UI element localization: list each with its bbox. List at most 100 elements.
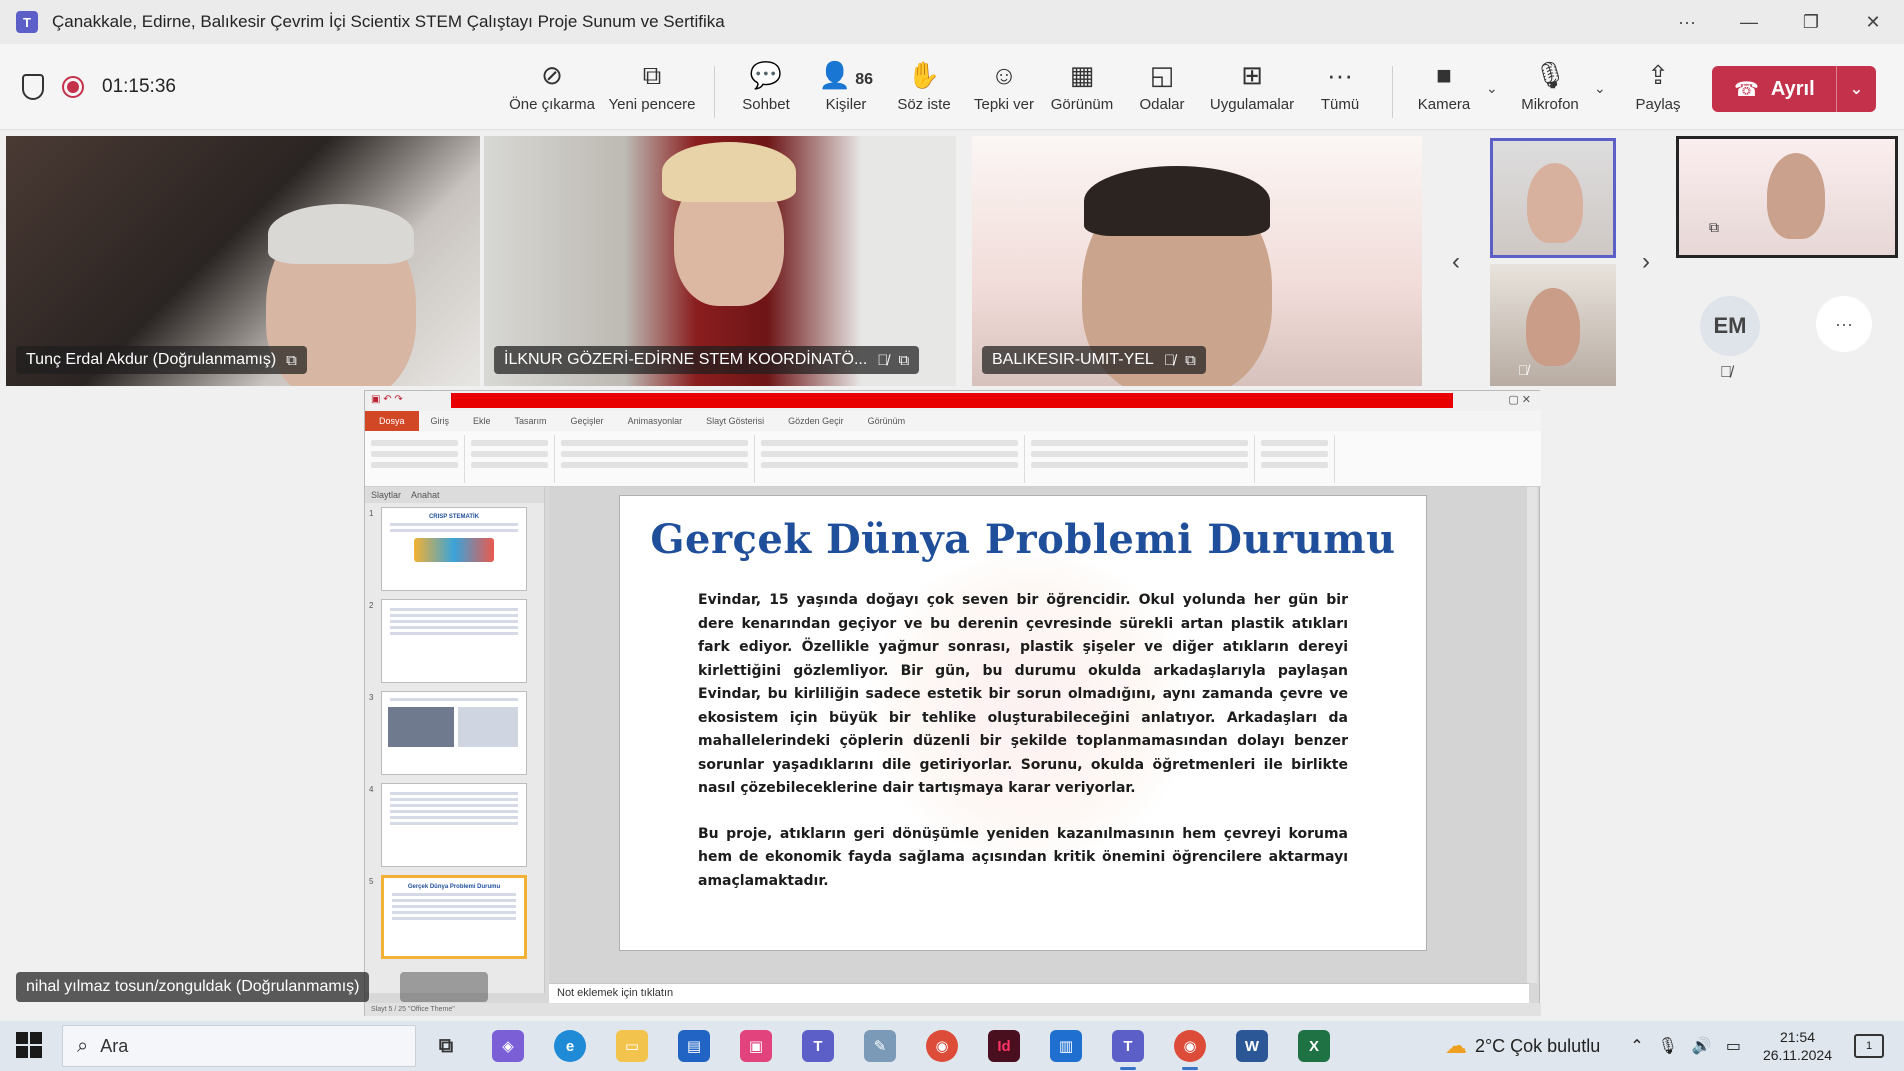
slide-thumbnails-panel: Slaytlar Anahat 1 CRISP STEMATİK 2 3 4 5… [365,487,545,993]
mic-off-icon: 🎙̸ [1163,351,1176,369]
video-tile-ilknur[interactable]: İLKNUR GÖZERİ-EDİRNE STEM KOORDİNATÖ... … [484,136,956,386]
taskbar-search[interactable]: ⌕ Ara [62,1025,416,1067]
screen-share-icon: ⧉ [1185,351,1196,369]
mic-off-icon: 🎙̸ [877,351,889,369]
chrome-active-icon[interactable]: ◉ [1174,1030,1206,1070]
teams-icon[interactable]: T [802,1030,834,1062]
more-button[interactable]: ··· Tümü [1294,58,1386,113]
people-icon: 👤 86 [818,60,874,90]
store-icon[interactable]: ▤ [678,1030,710,1062]
spotlight-off-button[interactable]: ⊘ Öne çıkarma [506,58,598,113]
no-spotlight-icon: ⊘ [541,60,563,90]
teams-active-icon[interactable]: T [1112,1030,1144,1070]
rooms-button[interactable]: ◱ Odalar [1116,58,1208,113]
leave-button[interactable]: ☎ Ayrıl ⌄ [1712,66,1876,112]
presenter-name-tag: nihal yılmaz tosun/zonguldak (Doğrulanma… [16,972,370,1002]
battery-icon[interactable]: ▭ [1726,1036,1741,1056]
window-more-button[interactable]: ··· [1656,12,1718,33]
apps-button[interactable]: ⊞ Uygulamalar [1206,58,1298,113]
grid-icon: ▦ [1069,60,1095,90]
ribbon-tab[interactable]: Animasyonlar [616,416,695,426]
ribbon-tab[interactable]: Tasarım [503,416,559,426]
video-thumbnail-self[interactable]: ⧉ [1676,136,1898,258]
notification-icon[interactable]: 1 [1854,1034,1884,1058]
slide-editor: Gerçek Dünya Problemi Durumu Evindar, 15… [549,487,1529,983]
chrome-icon[interactable]: ◉ [926,1030,958,1062]
slide-thumbnail[interactable] [381,691,527,775]
gallery-prev-chevron-icon[interactable]: ‹ [1452,248,1460,276]
edge-icon[interactable]: e [554,1030,586,1062]
participant-name-tag: İLKNUR GÖZERİ-EDİRNE STEM KOORDİNATÖ... … [494,346,920,374]
slide-thumbnail[interactable] [381,783,527,867]
slide-thumbnail-selected[interactable]: Gerçek Dünya Problemi Durumu [381,875,527,959]
raise-hand-icon: ✋ [907,60,941,90]
paint-icon[interactable]: ✎ [864,1030,896,1062]
outline-tab[interactable]: Anahat [411,487,440,503]
task-view-icon[interactable]: ⧉ [430,1030,462,1062]
word-icon[interactable]: W [1236,1030,1268,1062]
slides-tab[interactable]: Slaytlar [371,487,401,503]
screen-share-icon: ⧉ [898,351,910,369]
mic-options-chevron-icon[interactable]: ⌄ [1594,80,1606,97]
meeting-timer: 01:15:36 [102,76,176,97]
ribbon-tab[interactable]: Ekle [461,416,503,426]
status-bar: Slayt 5 / 25 "Office Theme" [365,1003,1541,1016]
raise-hand-button[interactable]: ✋ Söz iste [878,58,970,113]
slide-thumbnail[interactable]: CRISP STEMATİK [381,507,527,591]
restore-button[interactable]: ❐ [1780,12,1842,33]
file-explorer-icon[interactable]: ▭ [616,1030,648,1062]
gallery-next-chevron-icon[interactable]: › [1642,248,1650,276]
microphone-icon: 🎙 [1533,60,1567,90]
share-button[interactable]: ⇪ Paylaş [1612,58,1704,113]
ribbon-tab[interactable]: Gözden Geçir [776,416,856,426]
screen-share-icon: ⧉ [286,351,297,369]
screen-share-icon: ⧉ [1709,219,1719,235]
new-window-button[interactable]: ⧉ Yeni pencere [606,58,698,113]
microphone-tray-icon[interactable]: 🎙 [1658,1036,1678,1056]
excel-icon[interactable]: X [1298,1030,1330,1062]
video-thumbnail[interactable] [1490,138,1616,258]
more-participants-button[interactable]: ··· [1816,296,1872,352]
windows-start-icon[interactable] [16,1032,42,1058]
chat-button[interactable]: 💬 Sohbet [720,58,812,113]
slide-thumbnail[interactable] [381,599,527,683]
notes-pane[interactable]: Not eklemek için tıklatın [549,983,1529,1003]
photos-icon[interactable]: ▣ [740,1030,772,1062]
new-window-icon: ⧉ [642,60,662,90]
ribbon-tab[interactable]: Geçişler [559,416,616,426]
presentation-controls[interactable] [400,972,488,1002]
ribbon-tab[interactable]: Görünüm [856,416,918,426]
video-tile-tunc[interactable]: Tunç Erdal Akdur (Doğrulanmamış) ⧉ [6,136,480,386]
smiley-icon: ☺ [990,60,1018,90]
teams-app-icon: T [16,11,38,33]
chevron-up-icon[interactable]: ⌃ [1630,1036,1643,1056]
view-button[interactable]: ▦ Görünüm [1036,58,1128,113]
vertical-scrollbar[interactable] [1527,487,1537,983]
ribbon-tab[interactable]: Dosya [365,411,419,431]
add-apps-icon: ⊞ [1241,60,1263,90]
more-icon: ··· [1327,60,1353,90]
camera-button[interactable]: ■ Kamera [1398,58,1490,113]
powerpoint-window-title [451,393,1453,408]
windows-taskbar: ⌕ Ara ⧉ ◈ e ▭ ▤ ▣ T ✎ ◉ Id ▥ T ◉ W X ☁ 2… [0,1021,1904,1071]
clock[interactable]: 21:54 26.11.2024 [1763,1028,1832,1064]
indesign-icon[interactable]: Id [988,1030,1020,1062]
leave-options-chevron-icon[interactable]: ⌄ [1836,66,1876,112]
volume-icon[interactable]: 🔊 [1692,1036,1712,1056]
copilot-icon[interactable]: ◈ [492,1030,524,1062]
video-thumbnail[interactable]: 🎙̸ [1490,264,1616,386]
camera-options-chevron-icon[interactable]: ⌄ [1486,80,1498,97]
participant-name-tag: Tunç Erdal Akdur (Doğrulanmamış) ⧉ [16,346,307,374]
current-slide[interactable]: Gerçek Dünya Problemi Durumu Evindar, 15… [619,495,1427,951]
minimize-button[interactable]: — [1718,12,1780,33]
video-tile-balikesir[interactable]: BALIKESIR-UMIT-YEL 🎙̸ ⧉ [972,136,1422,386]
close-button[interactable]: ✕ [1842,12,1904,33]
ribbon-tab[interactable]: Slayt Gösterisi [694,416,776,426]
ribbon-group-drawing [1025,435,1255,483]
microphone-button[interactable]: 🎙 Mikrofon [1504,58,1596,113]
weather-widget[interactable]: ☁ 2°C Çok bulutlu [1445,1033,1600,1059]
window-app-icon[interactable]: ▥ [1050,1030,1082,1062]
ribbon-tab[interactable]: Giriş [419,416,462,426]
hang-up-icon: ☎ [1734,78,1759,101]
avatar[interactable]: EM [1700,296,1760,356]
